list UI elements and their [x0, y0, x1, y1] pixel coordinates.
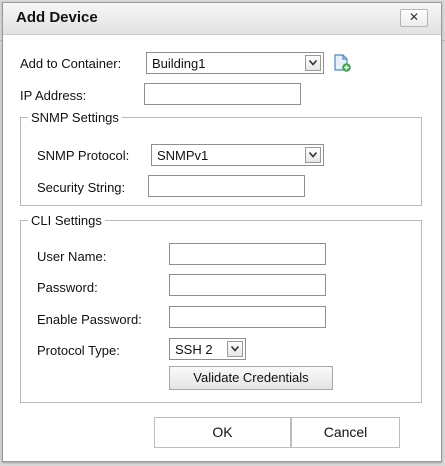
- chevron-down-icon[interactable]: [305, 55, 321, 71]
- ok-button[interactable]: OK: [154, 417, 291, 448]
- add-device-dialog: Add Device ✕ Add to Container: Building1…: [2, 2, 442, 462]
- dialog-titlebar[interactable]: Add Device ✕: [3, 3, 441, 35]
- security-string-label: Security String:: [37, 180, 126, 195]
- security-string-input[interactable]: [148, 175, 305, 197]
- password-input[interactable]: [169, 274, 326, 296]
- snmp-protocol-label: SNMP Protocol:: [37, 148, 130, 163]
- password-label: Password:: [37, 280, 98, 295]
- ip-address-input[interactable]: [144, 83, 301, 105]
- close-button[interactable]: ✕: [400, 9, 428, 27]
- protocol-type-value: SSH 2: [175, 342, 213, 357]
- protocol-type-select[interactable]: SSH 2: [169, 338, 246, 360]
- snmp-protocol-select[interactable]: SNMPv1: [151, 144, 324, 166]
- enable-password-input[interactable]: [169, 306, 326, 328]
- container-select-value: Building1: [152, 56, 206, 71]
- snmp-protocol-value: SNMPv1: [157, 148, 209, 163]
- cancel-button[interactable]: Cancel: [291, 417, 400, 448]
- username-input[interactable]: [169, 243, 326, 265]
- snmp-settings-legend: SNMP Settings: [31, 110, 119, 125]
- cli-settings-legend: CLI Settings: [31, 213, 102, 228]
- enable-password-label: Enable Password:: [37, 312, 142, 327]
- ip-address-label: IP Address:: [20, 88, 87, 103]
- container-select[interactable]: Building1: [146, 52, 324, 74]
- close-icon: ✕: [408, 10, 420, 24]
- validate-credentials-button[interactable]: Validate Credentials: [169, 366, 333, 390]
- protocol-type-label: Protocol Type:: [37, 343, 120, 358]
- add-document-icon[interactable]: [332, 53, 352, 73]
- chevron-down-icon[interactable]: [227, 341, 243, 357]
- container-label: Add to Container:: [20, 56, 122, 71]
- username-label: User Name:: [37, 249, 107, 264]
- dialog-title: Add Device: [16, 9, 98, 26]
- chevron-down-icon[interactable]: [305, 147, 321, 163]
